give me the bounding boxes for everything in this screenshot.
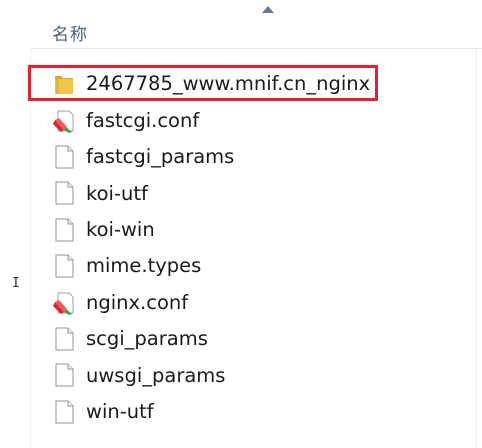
file-row[interactable]: fastcgi.conf (52, 102, 370, 138)
conf-file-icon (53, 110, 74, 133)
file-name: fastcgi_params (86, 145, 235, 169)
file-icon (55, 327, 74, 351)
file-row[interactable]: fastcgi_params (52, 139, 370, 175)
file-name: mime.types (86, 254, 202, 278)
file-name: scgi_params (86, 327, 208, 351)
file-name: koi-utf (86, 181, 148, 205)
sort-ascending-icon[interactable] (262, 6, 274, 13)
file-icon (55, 400, 74, 424)
file-icon (55, 254, 74, 278)
file-row-folder[interactable]: 2467785_www.mnif.cn_nginx (52, 66, 370, 102)
file-name: koi-win (86, 218, 155, 241)
file-icon (55, 363, 74, 387)
scrollbar-track[interactable] (476, 0, 477, 448)
file-icon (55, 181, 74, 205)
pane-divider (30, 0, 31, 448)
file-icon (55, 145, 74, 169)
file-row[interactable]: win-utf (52, 394, 370, 430)
conf-file-icon (53, 292, 74, 315)
file-row[interactable]: mime.types (52, 248, 370, 284)
file-explorer-view: 名称 I 2467785_www.mnif.cn_nginx fastcgi.c… (0, 0, 482, 448)
file-name: fastcgi.conf (86, 108, 200, 132)
file-row[interactable]: scgi_params (52, 321, 370, 357)
file-row[interactable]: uwsgi_params (52, 357, 370, 393)
file-row[interactable]: koi-win (52, 212, 370, 248)
file-row[interactable]: koi-utf (52, 175, 370, 211)
name-column-label: 名称 (52, 25, 88, 45)
file-name: uwsgi_params (86, 363, 226, 387)
file-name: 2467785_www.mnif.cn_nginx (86, 72, 371, 96)
file-list: 2467785_www.mnif.cn_nginx fastcgi.conf f… (52, 66, 370, 430)
file-row[interactable]: nginx.conf (52, 284, 370, 320)
file-name: win-utf (86, 399, 154, 423)
name-column-header[interactable]: 名称 (30, 0, 482, 49)
text-cursor-icon: I (12, 276, 20, 291)
file-name: nginx.conf (86, 290, 189, 314)
file-icon (55, 218, 74, 242)
folder-icon (55, 76, 73, 95)
